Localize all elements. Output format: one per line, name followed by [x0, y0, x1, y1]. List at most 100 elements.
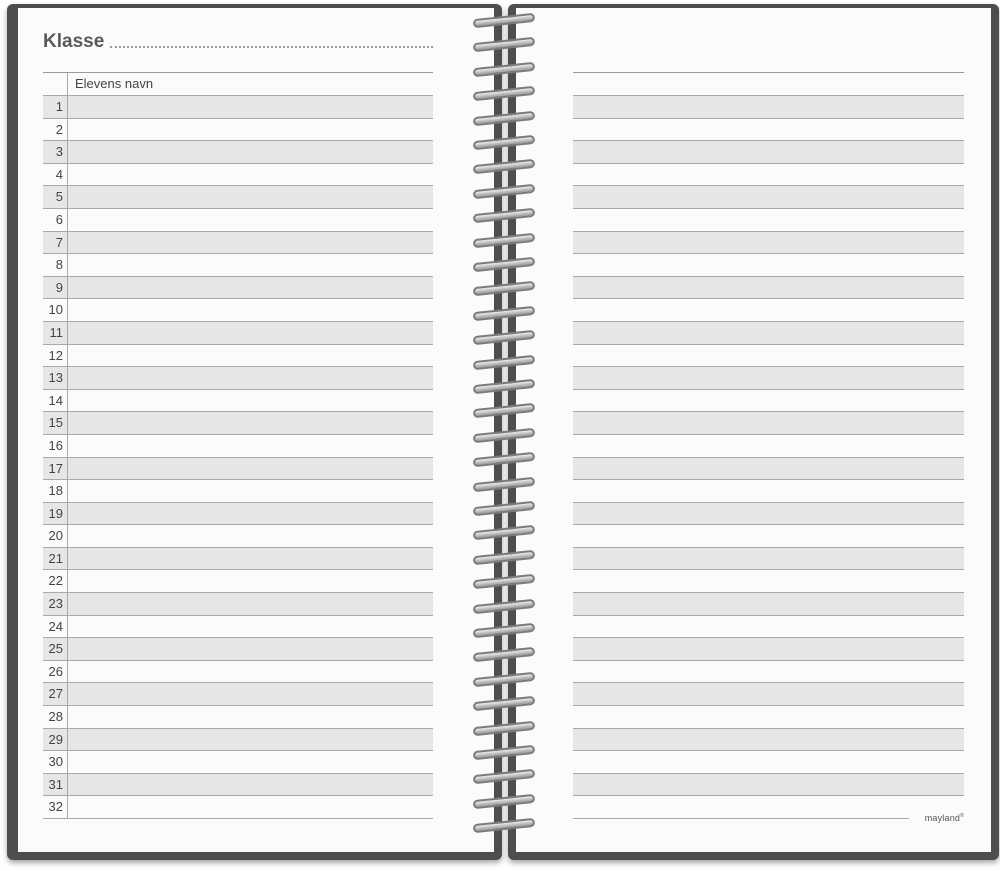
spiral-coil [470, 159, 538, 175]
right-row[interactable] [573, 276, 964, 300]
coil-ring [472, 598, 536, 614]
student-name-cell[interactable] [68, 119, 433, 141]
student-name-cell[interactable] [68, 321, 433, 344]
student-name-cell[interactable] [68, 254, 433, 276]
right-row[interactable] [573, 457, 964, 481]
right-row[interactable] [573, 345, 964, 368]
student-name-cell[interactable] [68, 661, 433, 683]
student-name-cell[interactable] [68, 480, 433, 502]
spiral-coil [470, 378, 538, 395]
right-row[interactable] [573, 706, 964, 729]
row-number: 29 [43, 728, 68, 751]
right-row[interactable] [573, 773, 964, 797]
row-number: 1 [43, 96, 68, 118]
table-row: 24 [43, 615, 433, 639]
right-row[interactable] [573, 367, 964, 390]
right-row[interactable] [573, 638, 964, 661]
student-name-cell[interactable] [68, 390, 433, 412]
right-row[interactable] [573, 119, 964, 142]
student-name-cell[interactable] [68, 141, 433, 163]
student-name-cell[interactable] [68, 683, 433, 706]
student-name-cell[interactable] [68, 96, 433, 118]
spiral-coil [470, 12, 538, 29]
right-row[interactable] [573, 96, 964, 119]
table-row: 15 [43, 412, 433, 435]
brand-text: mayland [924, 813, 961, 823]
right-row[interactable] [573, 616, 964, 639]
row-number: 9 [43, 276, 68, 299]
table-row: 2 [43, 118, 433, 142]
student-name-cell[interactable] [68, 502, 433, 525]
right-row[interactable] [573, 661, 964, 684]
coil-ring [472, 695, 536, 712]
coil-ring [472, 37, 536, 53]
spiral-coil [470, 769, 538, 785]
spiral-coil [470, 500, 538, 517]
coil-ring [472, 329, 536, 346]
right-row[interactable] [573, 593, 964, 616]
student-name-cell[interactable] [68, 593, 433, 615]
row-number: 22 [43, 570, 68, 593]
right-row[interactable]: mayland® [573, 796, 964, 823]
spiral-coil [470, 427, 538, 444]
right-row[interactable] [573, 435, 964, 458]
right-row[interactable] [573, 525, 964, 548]
table-row: 27 [43, 683, 433, 707]
right-row[interactable] [573, 412, 964, 435]
student-name-cell[interactable] [68, 773, 433, 796]
student-name-cell[interactable] [68, 728, 433, 751]
spiral-coil [470, 525, 538, 541]
coil-ring [472, 159, 536, 175]
spiral-coil [470, 451, 538, 468]
student-name-cell[interactable] [68, 435, 433, 457]
coil-ring [472, 427, 536, 444]
table-row: 14 [43, 389, 433, 413]
right-row[interactable] [573, 231, 964, 255]
student-name-cell[interactable] [68, 299, 433, 321]
right-row[interactable] [573, 502, 964, 526]
right-row[interactable] [573, 186, 964, 209]
student-name-cell[interactable] [68, 276, 433, 299]
student-name-cell[interactable] [68, 751, 433, 773]
student-name-cell[interactable] [68, 570, 433, 592]
student-name-cell[interactable] [68, 186, 433, 208]
right-row[interactable] [573, 570, 964, 594]
student-name-cell[interactable] [68, 345, 433, 367]
table-row: 22 [43, 570, 433, 594]
student-name-cell[interactable] [68, 616, 433, 638]
right-row[interactable] [573, 728, 964, 752]
student-name-cell[interactable] [68, 412, 433, 434]
right-row[interactable] [573, 164, 964, 187]
row-number: 3 [43, 141, 68, 163]
spiral-coil [470, 61, 538, 78]
brand-registered-mark: ® [960, 813, 964, 819]
student-name-cell[interactable] [68, 367, 433, 389]
right-row[interactable] [573, 299, 964, 322]
right-row[interactable] [573, 390, 964, 413]
coil-ring [472, 647, 536, 663]
right-row[interactable] [573, 480, 964, 503]
student-name-cell[interactable] [68, 164, 433, 186]
row-number: 25 [43, 638, 68, 660]
table-row: 23 [43, 593, 433, 616]
student-name-cell[interactable] [68, 457, 433, 480]
student-name-cell[interactable] [68, 525, 433, 547]
right-row[interactable] [573, 209, 964, 232]
number-header [43, 73, 68, 95]
right-row[interactable] [573, 751, 964, 774]
student-name-cell[interactable] [68, 209, 433, 231]
right-row[interactable] [573, 141, 964, 164]
student-name-cell[interactable] [68, 706, 433, 728]
table-row: 30 [43, 751, 433, 774]
student-name-cell[interactable] [68, 231, 433, 254]
student-name-cell[interactable] [68, 547, 433, 570]
right-row[interactable] [573, 254, 964, 277]
right-row[interactable] [573, 683, 964, 707]
right-row[interactable] [573, 321, 964, 345]
student-name-cell[interactable] [68, 796, 433, 818]
student-name-cell[interactable] [68, 638, 433, 660]
right-row[interactable] [573, 547, 964, 571]
coil-ring [472, 85, 536, 102]
row-number: 21 [43, 547, 68, 570]
table-row: 28 [43, 706, 433, 729]
